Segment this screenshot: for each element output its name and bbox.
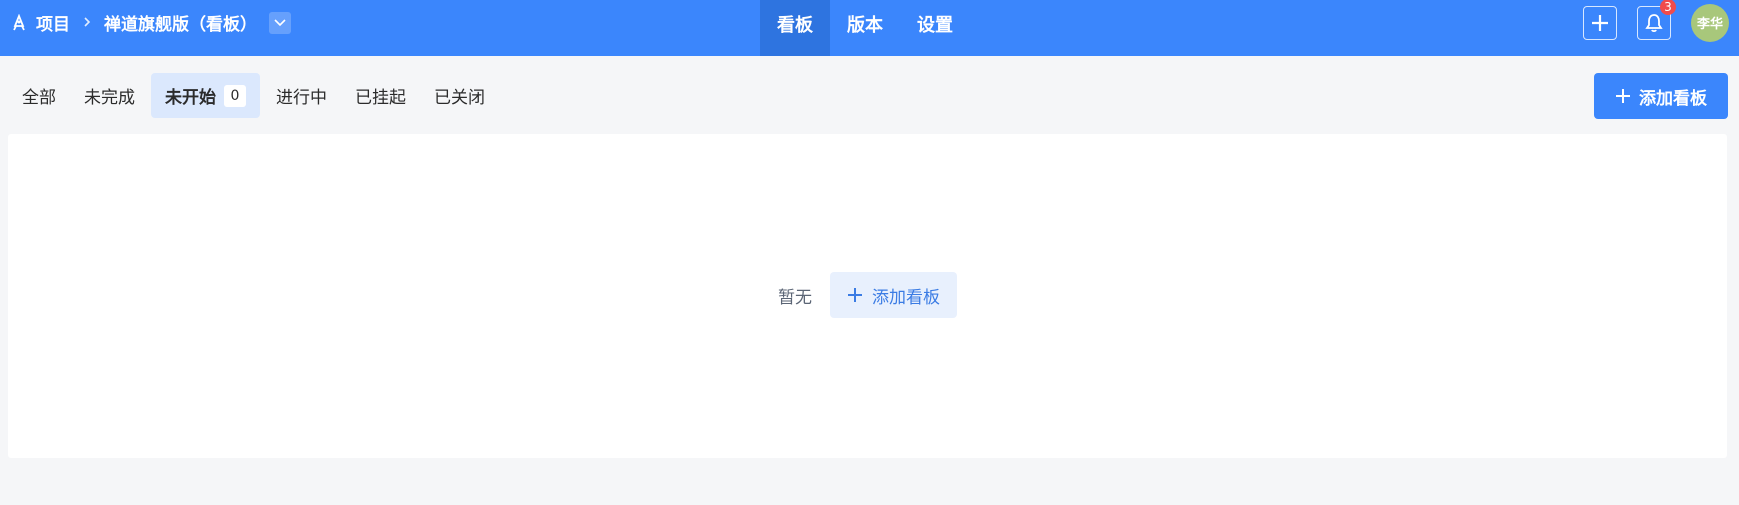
filter-label: 已关闭 — [434, 88, 485, 108]
rocket-icon — [10, 13, 28, 32]
filter-closed[interactable]: 已关闭 — [422, 73, 497, 118]
filter-suspended[interactable]: 已挂起 — [343, 73, 418, 118]
filter-unfinished[interactable]: 未完成 — [72, 73, 147, 118]
add-board-label: 添加看板 — [1639, 88, 1707, 109]
tab-version[interactable]: 版本 — [830, 0, 900, 56]
top-header: 项目 禅道旗舰版（看板） 看板 版本 设置 3 李华 — [0, 0, 1739, 56]
tab-kanban[interactable]: 看板 — [760, 0, 830, 56]
bell-icon — [1645, 13, 1663, 33]
board-list-panel: 暂无 添加看板 — [8, 134, 1727, 458]
tab-label: 看板 — [777, 15, 813, 36]
filter-label: 进行中 — [276, 88, 327, 108]
create-button[interactable] — [1583, 5, 1617, 40]
plus-icon — [1590, 13, 1610, 33]
empty-text: 暂无 — [778, 287, 812, 308]
breadcrumb-root[interactable]: 项目 — [36, 10, 70, 35]
tab-label: 版本 — [847, 15, 883, 36]
plus-icon — [847, 287, 863, 303]
filter-all[interactable]: 全部 — [10, 73, 68, 118]
tab-settings[interactable]: 设置 — [900, 0, 970, 56]
header-actions: 3 李华 — [1583, 0, 1729, 45]
filter-count-badge: 0 — [224, 84, 246, 107]
project-switch-button[interactable] — [269, 11, 291, 34]
tab-label: 设置 — [917, 15, 953, 36]
filter-label: 未完成 — [84, 88, 135, 108]
empty-state: 暂无 添加看板 — [8, 272, 1727, 318]
filter-label: 未开始 — [165, 88, 216, 108]
chevron-down-icon — [274, 18, 286, 27]
notification-count-badge: 3 — [1660, 0, 1676, 15]
avatar[interactable]: 李华 — [1691, 3, 1729, 42]
notifications-button[interactable]: 3 — [1637, 0, 1676, 40]
filter-in-progress[interactable]: 进行中 — [264, 73, 339, 118]
filter-not-started[interactable]: 未开始 0 — [151, 73, 260, 118]
empty-add-board-button[interactable]: 添加看板 — [830, 272, 957, 318]
status-filter-bar: 全部 未完成 未开始 0 进行中 已挂起 已关闭 — [10, 73, 501, 118]
empty-add-board-label: 添加看板 — [872, 287, 940, 308]
filter-label: 全部 — [22, 88, 56, 108]
main-nav: 看板 版本 设置 — [760, 0, 970, 56]
breadcrumb: 项目 禅道旗舰版（看板） — [10, 0, 291, 45]
add-board-button[interactable]: 添加看板 — [1594, 73, 1728, 119]
chevron-right-icon — [82, 13, 92, 32]
plus-icon — [1615, 88, 1631, 104]
breadcrumb-current[interactable]: 禅道旗舰版（看板） — [104, 10, 257, 35]
filter-label: 已挂起 — [355, 88, 406, 108]
